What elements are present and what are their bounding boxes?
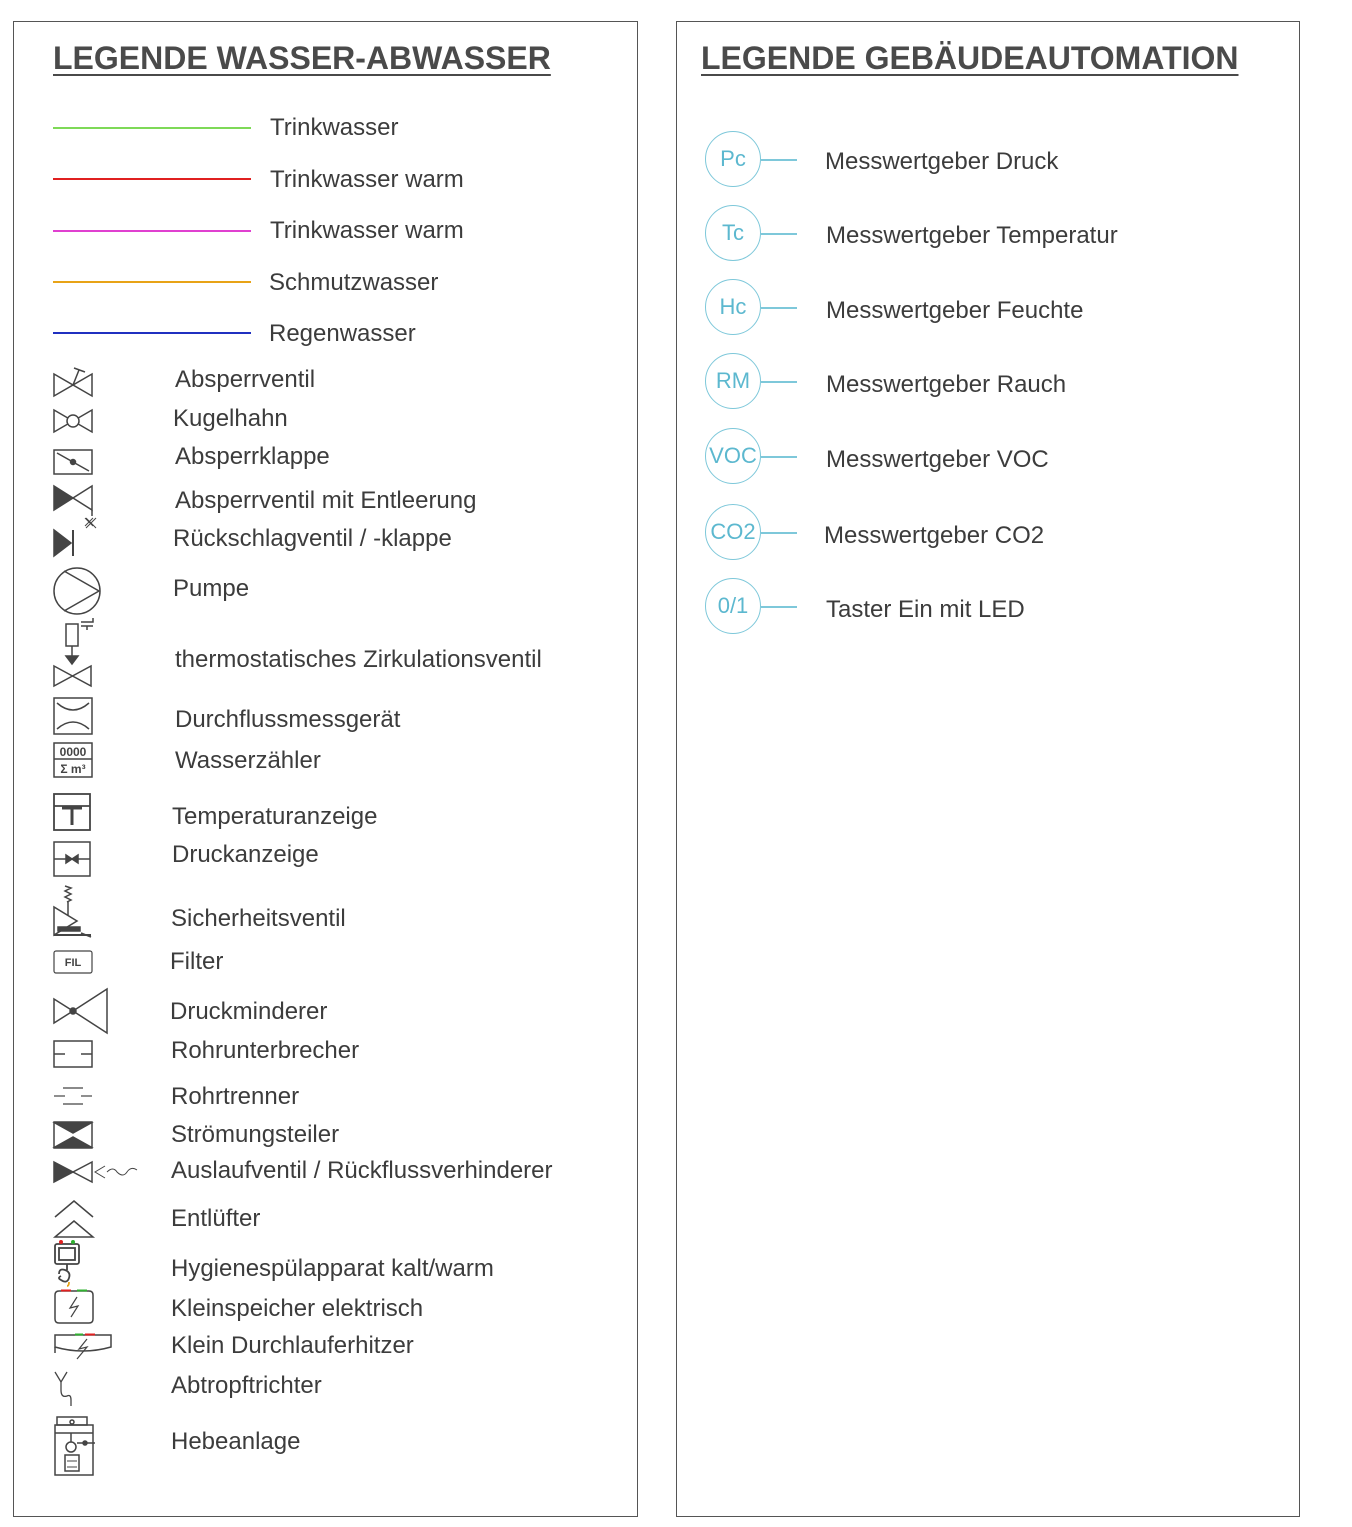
sensor-label: Messwertgeber Rauch [826, 371, 1067, 398]
smoke-sensor-icon: RM [705, 353, 761, 409]
electric-storage-heater-icon [53, 1289, 95, 1325]
pressure-gauge-icon [53, 841, 91, 877]
symbol-label: Hygienespülapparat kalt/warm [171, 1255, 494, 1282]
symbol-label: Entlüfter [171, 1205, 261, 1232]
air-vent-icon [52, 1199, 96, 1239]
symbol-label: Rohrunterbrecher [171, 1037, 360, 1064]
sensor-label: Messwertgeber VOC [826, 446, 1049, 473]
line-sample-trinkwasser-warm-circulation [53, 230, 251, 232]
line-label: Regenwasser [269, 320, 416, 347]
sensor-connector [761, 381, 797, 383]
thermostatic-valve-icon [53, 618, 99, 688]
filter-icon: FIL [53, 950, 93, 974]
pump-icon [52, 566, 102, 616]
shutoff-valve-icon [53, 366, 93, 398]
water-meter-icon: 0000 Σ m³ [53, 742, 93, 778]
sensor-label: Messwertgeber Druck [825, 148, 1059, 175]
symbol-label: Strömungsteiler [171, 1121, 340, 1148]
safety-valve-icon [53, 885, 95, 939]
sensor-connector [761, 532, 797, 534]
sensor-label: Taster Ein mit LED [826, 596, 1025, 623]
symbol-label: Rückschlagventil / -klappe [173, 525, 452, 552]
line-label: Trinkwasser [270, 114, 399, 141]
symbol-label: Abtropftrichter [171, 1372, 322, 1399]
voc-sensor-icon: VOC [705, 428, 761, 484]
line-label: Trinkwasser warm [270, 166, 464, 193]
line-sample-trinkwasser-warm [53, 178, 251, 180]
humidity-sensor-icon: Hc [705, 279, 761, 335]
line-sample-trinkwasser [53, 127, 251, 129]
line-label: Schmutzwasser [269, 269, 439, 296]
line-label: Trinkwasser warm [270, 217, 464, 244]
co2-sensor-icon: CO2 [705, 504, 761, 560]
symbol-label: Kugelhahn [173, 405, 288, 432]
symbol-label: Temperaturanzeige [172, 803, 378, 830]
symbol-label: Absperrklappe [175, 443, 330, 470]
check-valve-icon [53, 516, 99, 558]
svg-text:Σ m³: Σ m³ [60, 762, 85, 776]
outlet-valve-icon [53, 1160, 139, 1184]
symbol-label: Absperrventil mit Entleerung [175, 487, 477, 514]
symbol-label: Auslaufventil / Rückflussverhinderer [171, 1157, 553, 1184]
sensor-connector [761, 159, 797, 161]
temperature-sensor-icon: Tc [705, 205, 761, 261]
symbol-label: Hebeanlage [171, 1428, 301, 1455]
hygiene-flush-icon [53, 1238, 85, 1288]
drip-funnel-icon [53, 1370, 83, 1408]
symbol-label: Kleinspeicher elektrisch [171, 1295, 424, 1322]
sensor-connector [761, 606, 797, 608]
flow-divider-icon [52, 1121, 94, 1149]
building-automation-title: LEGENDE GEBÄUDEAUTOMATION [701, 40, 1239, 76]
sensor-connector [761, 456, 797, 458]
water-legend-panel [13, 21, 638, 1517]
pressure-reducer-icon [53, 987, 109, 1035]
led-button-icon: 0/1 [705, 578, 761, 634]
symbol-label: Druckminderer [170, 998, 328, 1025]
sensor-connector [761, 233, 797, 235]
symbol-label: thermostatisches Zirkulationsventil [175, 646, 542, 673]
water-legend-title: LEGENDE WASSER-ABWASSER [53, 40, 551, 76]
pressure-sensor-icon: Pc [705, 131, 761, 187]
pipe-interrupter-icon [53, 1040, 93, 1068]
sensor-label: Messwertgeber Temperatur [826, 222, 1118, 249]
symbol-label: Absperrventil [175, 366, 316, 393]
symbol-label: Durchflussmessgerät [175, 706, 401, 733]
sensor-label: Messwertgeber Feuchte [826, 297, 1084, 324]
symbol-label: Sicherheitsventil [171, 905, 346, 932]
symbol-label: Filter [170, 948, 224, 975]
sensor-label: Messwertgeber CO2 [824, 522, 1045, 549]
line-sample-schmutzwasser [53, 281, 251, 283]
temperature-gauge-icon [53, 793, 91, 831]
instant-water-heater-icon [53, 1333, 115, 1365]
butterfly-valve-icon [53, 449, 93, 475]
line-sample-regenwasser [53, 332, 251, 334]
symbol-label: Wasserzähler [175, 747, 321, 774]
symbol-label: Druckanzeige [172, 841, 319, 868]
flow-meter-icon [53, 697, 93, 735]
symbol-label: Klein Durchlauferhitzer [171, 1332, 414, 1359]
pipe-separator-icon [53, 1086, 93, 1106]
lifting-station-icon [53, 1415, 99, 1477]
svg-text:FIL: FIL [65, 957, 82, 969]
symbol-label: Pumpe [173, 575, 250, 602]
symbol-label: Rohrtrenner [171, 1083, 300, 1110]
ball-valve-icon [53, 408, 93, 434]
svg-text:0000: 0000 [60, 745, 87, 759]
sensor-connector [761, 307, 797, 309]
